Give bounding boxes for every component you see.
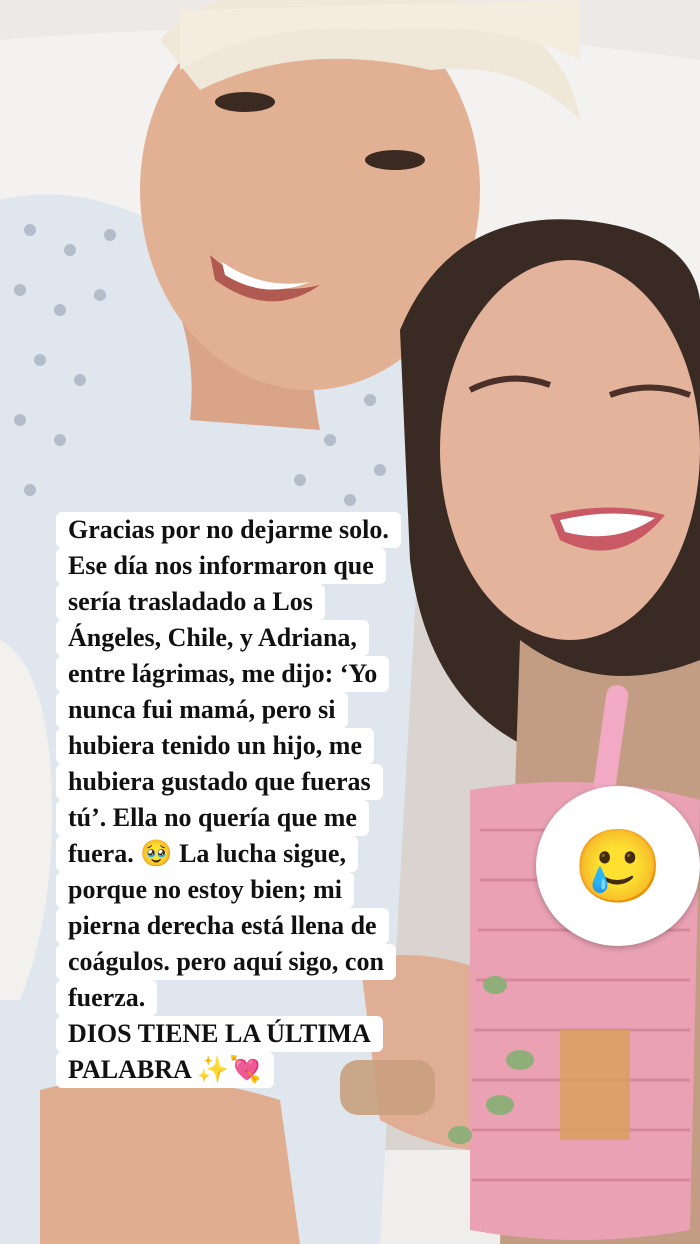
caption-line: fuera. 🥹 La lucha sigue, bbox=[56, 836, 358, 872]
caption-line: coágulos. pero aquí sigo, con bbox=[56, 944, 396, 980]
smiling-face-with-tear-icon: 🥲 bbox=[573, 824, 663, 908]
story-caption: Gracias por no dejarme solo. Ese día nos… bbox=[56, 512, 526, 1088]
caption-line: PALABRA ✨💘 bbox=[56, 1052, 274, 1088]
caption-line: DIOS TIENE LA ÚLTIMA bbox=[56, 1016, 383, 1052]
caption-line: porque no estoy bien; mi bbox=[56, 872, 354, 908]
caption-line: fuerza. bbox=[56, 980, 158, 1016]
caption-line: hubiera tenido un hijo, me bbox=[56, 728, 374, 764]
caption-line: sería trasladado a Los bbox=[56, 584, 325, 620]
caption-line: hubiera gustado que fueras bbox=[56, 764, 383, 800]
caption-line: pierna derecha está llena de bbox=[56, 908, 389, 944]
caption-line: tú’. Ella no quería que me bbox=[56, 800, 369, 836]
emoji-sticker[interactable]: 🥲 bbox=[536, 786, 700, 946]
caption-line: nunca fui mamá, pero si bbox=[56, 692, 348, 728]
caption-line: Ese día nos informaron que bbox=[56, 548, 386, 584]
caption-line: entre lágrimas, me dijo: ‘Yo bbox=[56, 656, 390, 692]
caption-line: Ángeles, Chile, y Adriana, bbox=[56, 620, 369, 656]
caption-line: Gracias por no dejarme solo. bbox=[56, 512, 401, 548]
